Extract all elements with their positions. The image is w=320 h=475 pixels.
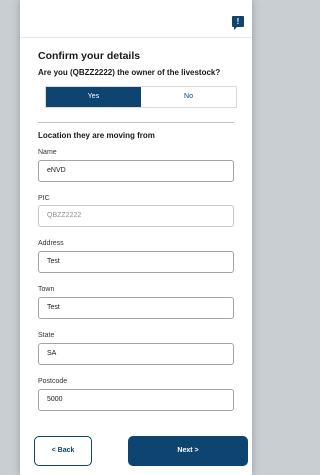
- address-label: Address: [38, 240, 64, 247]
- pic-field[interactable]: QBZZ2222: [38, 205, 234, 227]
- state-label: State: [38, 332, 55, 339]
- state-field[interactable]: SA: [38, 343, 234, 365]
- pic-label: PIC: [38, 195, 50, 202]
- app-screen: ! Confirm your details Are you (QBZZ2222…: [20, 0, 252, 475]
- back-button[interactable]: < Back: [34, 436, 92, 466]
- toggle-no-button[interactable]: No: [141, 87, 236, 107]
- section-divider: [38, 122, 234, 123]
- postcode-label: Postcode: [38, 378, 68, 385]
- name-field[interactable]: eNVD: [38, 160, 234, 182]
- section-title: Location they are moving from: [38, 131, 155, 140]
- feedback-chat-icon[interactable]: !: [232, 16, 244, 30]
- feedback-chat-glyph: !: [236, 17, 240, 26]
- top-bar: !: [20, 0, 252, 38]
- postcode-field[interactable]: 5000: [38, 389, 234, 411]
- address-field[interactable]: Test: [38, 251, 234, 273]
- toggle-yes-button[interactable]: Yes: [46, 87, 141, 107]
- next-button[interactable]: Next >: [128, 436, 248, 466]
- town-field[interactable]: Test: [38, 297, 234, 319]
- page-title: Confirm your details: [38, 50, 141, 62]
- owner-question: Are you (QBZZ2222) the owner of the live…: [38, 68, 221, 77]
- town-label: Town: [38, 286, 55, 293]
- name-label: Name: [38, 149, 57, 156]
- owner-toggle: Yes No: [45, 86, 237, 108]
